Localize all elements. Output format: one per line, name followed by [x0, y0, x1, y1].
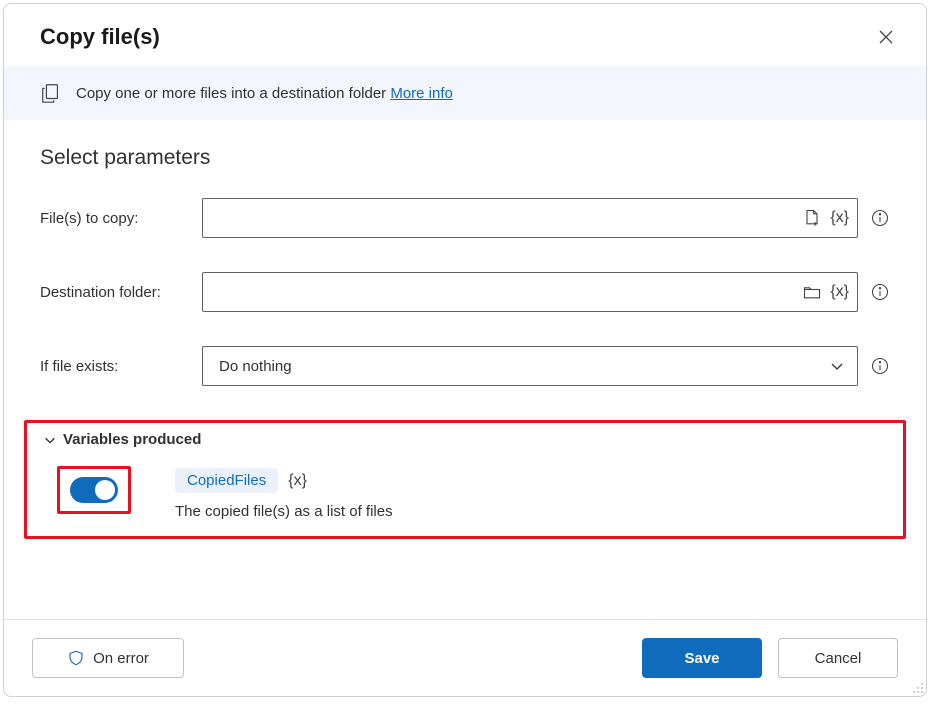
files-to-copy-info[interactable]: [870, 208, 890, 228]
variable-picker-button[interactable]: {x}: [830, 283, 849, 301]
dialog-content: Select parameters File(s) to copy: {x}: [4, 120, 926, 619]
destination-label: Destination folder:: [40, 284, 202, 301]
file-picker-button[interactable]: [802, 208, 822, 228]
destination-row: Destination folder: {x}: [40, 272, 890, 312]
variable-picker-button[interactable]: {x}: [830, 209, 849, 227]
variables-produced-title: Variables produced: [63, 431, 201, 448]
destination-input-wrap: {x}: [202, 272, 858, 312]
files-to-copy-row: File(s) to copy: {x}: [40, 198, 890, 238]
folder-icon: [802, 282, 822, 302]
if-exists-value: Do nothing: [219, 358, 292, 375]
files-to-copy-input-wrap: {x}: [202, 198, 858, 238]
dialog-footer: On error Save Cancel: [4, 619, 926, 696]
close-icon: [878, 29, 894, 45]
banner-text-label: Copy one or more files into a destinatio…: [76, 85, 390, 102]
dialog-title: Copy file(s): [40, 24, 160, 50]
toggle-highlight: [57, 466, 131, 514]
folder-picker-button[interactable]: [802, 282, 822, 302]
banner-text: Copy one or more files into a destinatio…: [76, 85, 453, 102]
variable-description: The copied file(s) as a list of files: [175, 503, 393, 520]
shield-icon: [67, 649, 85, 667]
on-error-button[interactable]: On error: [32, 638, 184, 678]
copy-icon: [40, 82, 62, 104]
variables-produced-header[interactable]: Variables produced: [43, 431, 887, 448]
file-picker-icon: [802, 208, 822, 228]
variable-toggle[interactable]: [70, 477, 118, 503]
variables-produced-body: CopiedFiles {x} The copied file(s) as a …: [43, 466, 887, 520]
section-heading: Select parameters: [40, 146, 890, 170]
cancel-button[interactable]: Cancel: [778, 638, 898, 678]
close-button[interactable]: [874, 25, 898, 49]
variables-produced-highlight: Variables produced CopiedFiles {x} The c…: [24, 420, 906, 539]
if-exists-select[interactable]: Do nothing: [202, 346, 858, 386]
if-exists-info[interactable]: [870, 356, 890, 376]
destination-info[interactable]: [870, 282, 890, 302]
info-icon: [870, 282, 890, 302]
info-icon: [870, 208, 890, 228]
destination-input[interactable]: [217, 273, 802, 311]
copy-files-dialog: Copy file(s) Copy one or more files into…: [3, 3, 927, 697]
if-exists-label: If file exists:: [40, 358, 202, 375]
files-to-copy-input[interactable]: [217, 199, 802, 237]
chevron-down-icon: [43, 433, 57, 447]
if-exists-row: If file exists: Do nothing: [40, 346, 890, 386]
variable-x-label: {x}: [288, 472, 307, 490]
info-banner: Copy one or more files into a destinatio…: [4, 66, 926, 120]
files-to-copy-label: File(s) to copy:: [40, 210, 202, 227]
toggle-knob: [95, 480, 115, 500]
chevron-down-icon: [829, 358, 845, 374]
save-button[interactable]: Save: [642, 638, 762, 678]
info-icon: [870, 356, 890, 376]
more-info-link[interactable]: More info: [390, 85, 453, 102]
variable-info: CopiedFiles {x} The copied file(s) as a …: [175, 466, 393, 520]
resize-handle-icon[interactable]: [912, 682, 924, 694]
variable-name-pill[interactable]: CopiedFiles: [175, 468, 278, 493]
dialog-header: Copy file(s): [4, 4, 926, 66]
on-error-label: On error: [93, 650, 149, 667]
